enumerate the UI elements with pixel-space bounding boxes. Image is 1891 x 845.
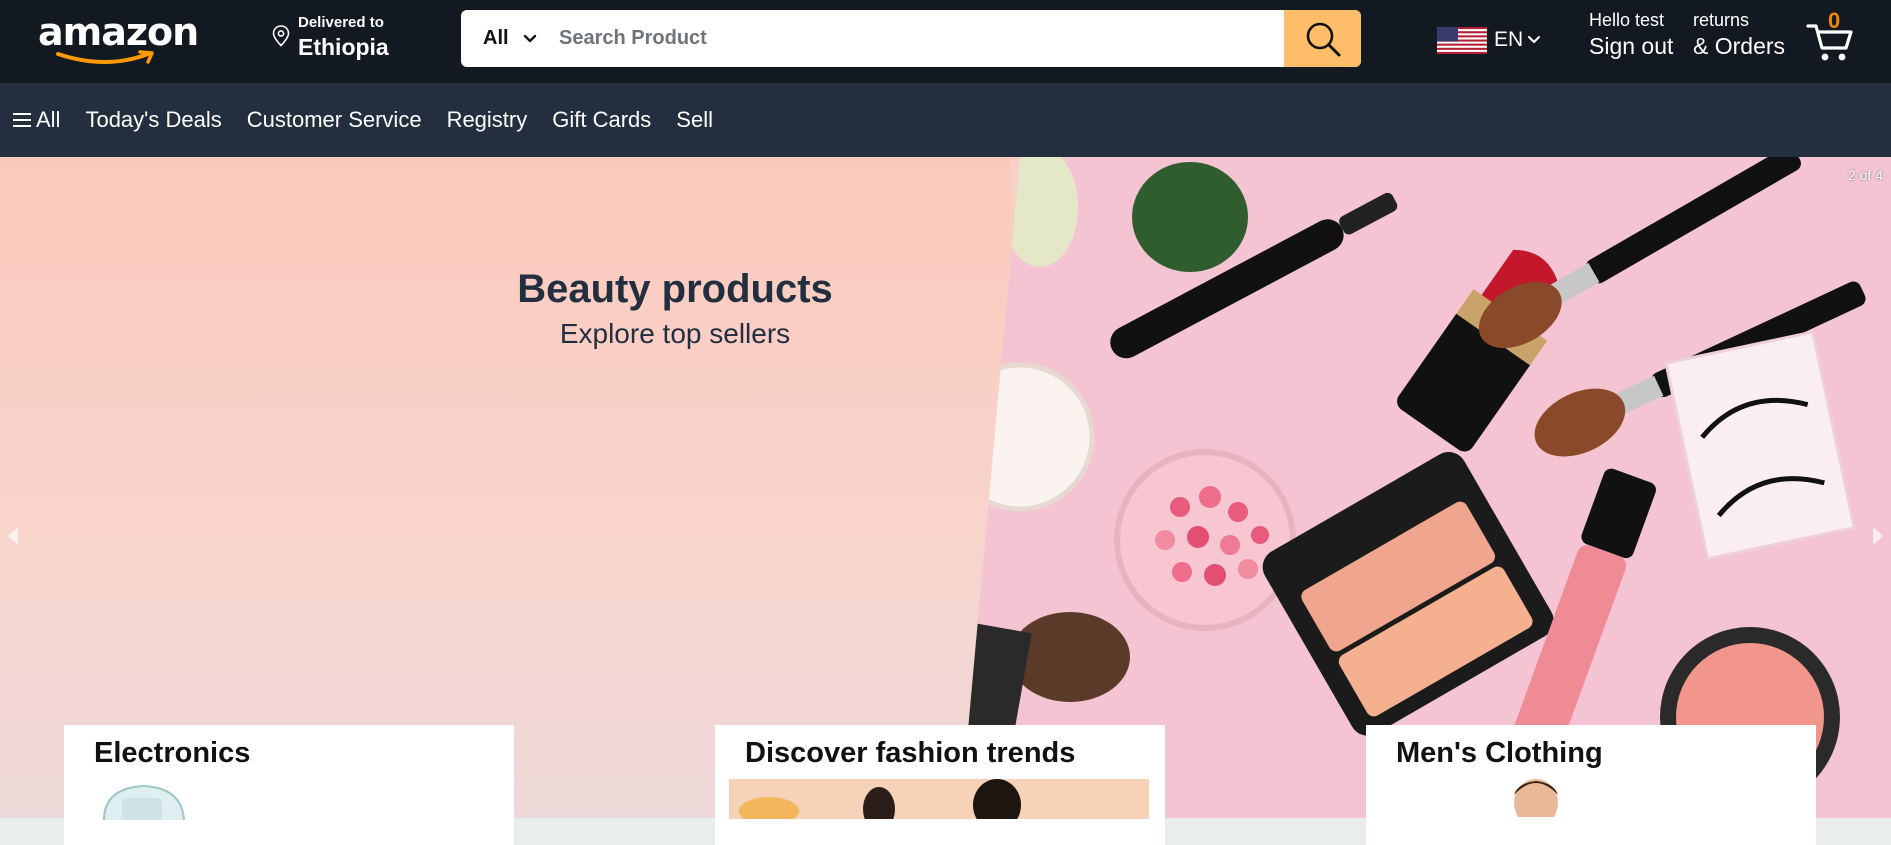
nav-all-label: All [36,107,61,132]
amazon-logo[interactable]: amazon [34,10,199,66]
chevron-left-icon [8,527,18,545]
chevron-down-icon [523,34,536,42]
hero-carousel: Beauty products Explore top sellers 2 of… [0,157,1891,818]
language-code: EN [1494,28,1524,51]
cart-button[interactable]: 0 [1806,8,1856,61]
nav-all-menu[interactable]: All [13,107,60,133]
carousel-prev-button[interactable] [6,525,20,552]
card-title: Men's Clothing [1396,737,1603,769]
account-greeting: Hello test [1589,10,1665,30]
carousel-next-button[interactable] [1871,525,1885,552]
search-category-label: All [483,27,509,49]
hero-subtitle: Explore top sellers [559,318,791,349]
hamburger-menu-icon [13,113,31,127]
deliver-country: Ethiopia [298,34,389,60]
nav-item-todays-deals[interactable]: Today's Deals [85,107,221,133]
cart-icon [1806,24,1853,61]
chevron-right-icon [1873,527,1883,545]
top-header: amazon Delivered to Ethiopia All Search … [0,0,1891,83]
search-category-select[interactable]: All [461,10,551,67]
language-selector[interactable]: EN [1437,24,1541,56]
returns-orders[interactable]: returns & Orders [1693,10,1785,60]
slide-counter: 2 of 4 [1847,167,1883,183]
delivery-location[interactable]: Delivered to Ethiopia [272,13,412,65]
returns-label: returns [1693,10,1750,30]
category-card-mens-clothing[interactable]: Men's Clothing [1366,725,1816,845]
hero-banner-panel [0,157,1010,818]
chevron-down-icon [1528,36,1541,43]
hero-product-image [960,157,1891,818]
fashion-thumbnail [729,779,1149,819]
search-button[interactable] [1284,10,1361,67]
mens-clothing-thumbnail [1514,779,1558,817]
nav-item-gift-cards[interactable]: Gift Cards [552,107,651,133]
nav-item-registry[interactable]: Registry [447,107,528,133]
search-icon [1306,22,1340,56]
nav-item-customer-service[interactable]: Customer Service [247,107,422,133]
account-menu[interactable]: Hello test Sign out [1589,10,1673,60]
electronics-thumbnail [103,784,185,820]
category-card-fashion[interactable]: Discover fashion trends [715,725,1165,845]
secondary-nav: All Today's Deals Customer Service Regis… [0,83,1891,157]
nav-item-sell[interactable]: Sell [676,107,713,133]
search-bar: All [461,10,1361,67]
cosmetics-illustration [960,157,1866,807]
location-pin-icon [272,25,290,47]
search-input[interactable] [553,10,1243,67]
logo-wordmark: amazon [38,10,199,54]
hero-title: Beauty products [517,267,833,311]
orders-label: & Orders [1693,33,1786,59]
category-card-electronics[interactable]: Electronics [64,725,514,845]
deliver-label: Delivered to [298,14,384,31]
logo-smile-icon [56,50,154,64]
us-flag-icon [1437,26,1487,54]
card-title: Discover fashion trends [745,737,1076,769]
sign-out-link[interactable]: Sign out [1589,33,1673,60]
card-title: Electronics [94,737,251,769]
